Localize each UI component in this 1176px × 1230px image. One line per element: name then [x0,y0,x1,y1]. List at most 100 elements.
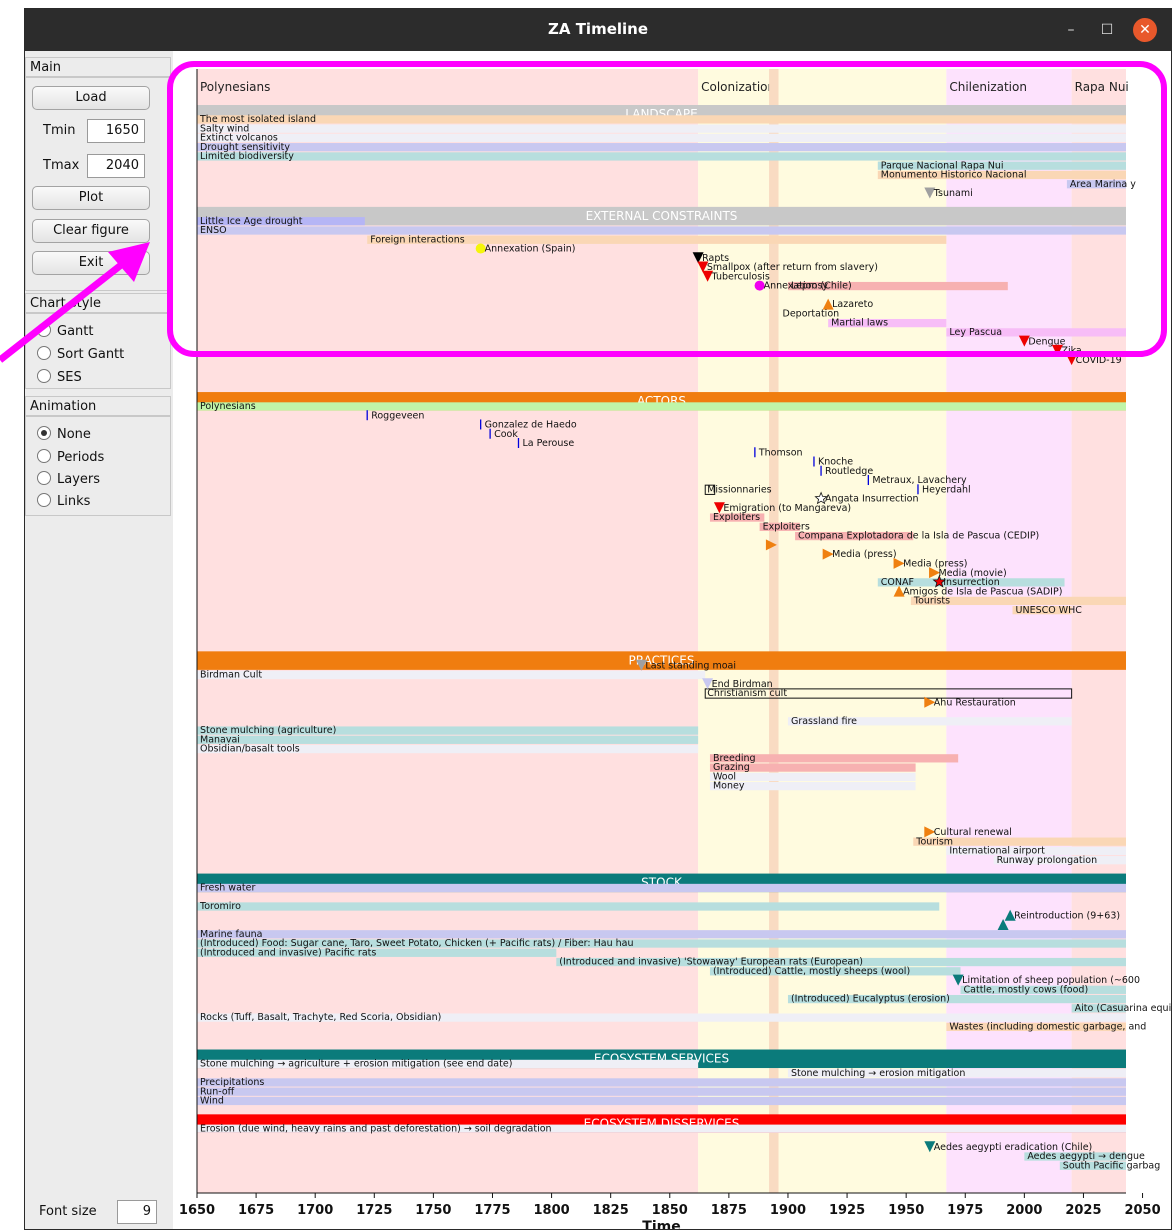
event-label: Ahu Restauration [934,697,1016,708]
gantt-bar [197,735,699,744]
event-label: Last standing moai [645,660,736,671]
gantt-bar [709,772,916,781]
gantt-bar [197,152,1126,161]
gantt-bar-label: South Pacific garbag [1063,1160,1160,1171]
radio-dot-icon [37,346,51,360]
event-label: Thomson [758,447,803,458]
chart-style-header: Chart style [25,293,171,313]
x-tick-label: 1775 [474,1203,510,1218]
period-label: Chilenization [949,80,1027,94]
x-tick-label: 2000 [1006,1203,1042,1218]
gantt-bar-label: Stone mulching → agriculture + erosion m… [200,1059,512,1070]
gantt-bar-label: Polynesians [200,401,256,412]
x-tick-label: 1950 [888,1203,924,1218]
radio-gantt[interactable]: Gantt [37,322,93,342]
gantt-bar [197,115,1126,124]
radio-sort-gantt-label: Sort Gantt [57,347,125,362]
gantt-bar [197,133,1126,143]
gantt-bar [197,670,706,680]
radio-dot-icon [37,323,51,337]
gantt-bar-label: Money [713,781,745,792]
period-label: Rapa Nui [1075,80,1129,94]
minimize-icon[interactable]: – [1059,18,1083,42]
gantt-bar-label: Grassland fire [791,716,857,727]
radio-periods[interactable]: Periods [37,448,104,468]
gantt-bar-label: Stone mulching → erosion mitigation [791,1068,965,1079]
x-tick-label: 1850 [652,1203,688,1218]
gantt-bar [197,1096,1126,1106]
x-tick-label: 1700 [297,1203,333,1218]
exit-button[interactable]: Exit [32,251,150,275]
radio-links[interactable]: Links [37,492,90,512]
gantt-bar-label: Martial laws [831,318,888,329]
gantt-bar-label: Erosion (due wind, heavy rains and past … [200,1123,552,1134]
gantt-bar-label: Toromiro [199,901,241,912]
x-tick-label: 1900 [770,1203,806,1218]
event-label: Heyerdahl [922,484,971,495]
radio-layers[interactable]: Layers [37,470,100,490]
font-size-field[interactable]: 9 [117,1200,157,1224]
radio-layers-label: Layers [57,472,101,487]
radio-dot-selected-icon [37,426,51,440]
gantt-bar [197,124,1126,133]
gantt-bar-label: Compana Explotadora de la Isla de Pascua… [798,531,1039,542]
gantt-bar-label: (Introduced) Eucalyptus (erosion) [791,994,950,1005]
animation-header: Animation [25,396,171,416]
gantt-bar-label: Monumento Historico Nacional [881,170,1027,181]
tmax-field[interactable]: 2040 [87,154,145,178]
font-size-label: Font size [39,1204,97,1219]
x-tick-label: 1925 [829,1203,865,1218]
radio-gantt-label: Gantt [57,324,94,339]
event-label: Deportation [783,308,840,319]
radio-dot-icon [37,449,51,463]
close-icon[interactable]: ✕ [1133,18,1157,42]
title-bar: ZA Timeline – ☐ ✕ [25,9,1171,51]
x-tick-label: 1875 [711,1203,747,1218]
event-label: COVID-19 [1076,355,1122,366]
plot-panel: Polynesians Colonization Chilenization Rapa… [173,51,1171,1229]
gantt-bar [197,402,1126,411]
gantt-bar-label: Wastes (including domestic garbage, and [949,1022,1146,1033]
event-label: Limitation of sheep population (~600 [962,975,1140,986]
gantt-bar-label: Runway prolongation [997,855,1098,866]
gantt-bar-label: Foreign interactions [370,234,465,245]
gantt-bar-label: (Introduced and invasive) Pacific rats [200,947,376,958]
x-tick-label: 2050 [1124,1203,1160,1218]
tmin-field[interactable]: 1650 [87,119,145,143]
gantt-bar [197,883,1126,893]
gantt-bar-label: Ley Pascua [949,327,1002,338]
gantt-bar-label: Wind [200,1096,224,1107]
radio-dot-icon [37,471,51,485]
load-button[interactable]: Load [32,86,150,110]
period-label: Colonization [701,80,775,94]
x-tick-label: 1725 [356,1203,392,1218]
gantt-bar-label: Limited biodiversity [200,151,294,162]
x-tick-label: 1800 [533,1203,569,1218]
gantt-bar-label: (Introduced) Cattle, mostly sheeps (wool… [713,966,910,977]
section-label: EXTERNAL CONSTRAINTS [586,209,738,223]
gantt-bar-label: UNESCO WHC [1016,605,1083,616]
gantt-bar-label: Obsidian/basalt tools [200,744,300,755]
x-tick-label: 1675 [238,1203,274,1218]
radio-ses[interactable]: SES [37,368,82,388]
gantt-bar [197,902,940,911]
radio-none[interactable]: None [37,425,91,445]
event-label: La Perouse [522,438,574,449]
gantt-bar [197,930,1126,939]
maximize-icon[interactable]: ☐ [1095,18,1119,42]
radio-sort-gantt[interactable]: Sort Gantt [37,345,124,365]
plot-button[interactable]: Plot [32,186,150,210]
event-label: Aedes aegypti eradication (Chile) [934,1142,1092,1153]
x-tick-label: 2025 [1065,1203,1101,1218]
window-title: ZA Timeline [547,20,649,38]
event-label: Cook [494,429,518,440]
event-label: Media (press) [832,549,896,560]
event-label: Routledge [825,466,873,477]
event-label: Amigos de Isla de Pascua (SADIP) [903,586,1062,597]
gantt-bar-label: Rocks (Tuff, Basalt, Trachyte, Red Scori… [200,1012,441,1023]
gantt-bar [197,226,1126,235]
clear-figure-button[interactable]: Clear figure [32,219,150,243]
gantt-bar-label: ENSO [200,225,227,236]
radio-links-label: Links [57,494,91,509]
gantt-bar-label: Area Marina y [1070,179,1136,190]
